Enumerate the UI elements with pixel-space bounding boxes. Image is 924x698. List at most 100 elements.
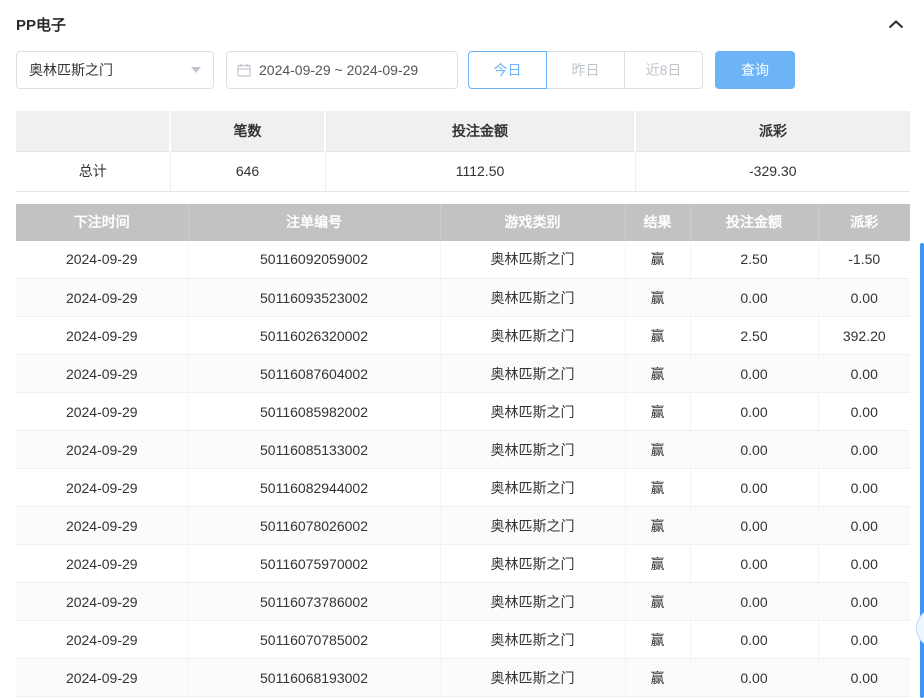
cell-payout: 0.00 [818,392,910,431]
cell-game-category: 奥林匹斯之门 [440,582,626,621]
cell-bet-time: 2024-09-29 [16,582,189,621]
cell-bet-time: 2024-09-29 [16,392,189,431]
cell-order-id: 50116075970002 [188,544,441,583]
table-row: 2024-09-29 50116073786002 奥林匹斯之门赢 0.00 0.00 [16,582,910,621]
panel-title: PP电子 [16,17,67,34]
header-bet-amount: 投注金额 [690,203,819,241]
header-bet-time: 下注时间 [16,203,189,241]
cell-order-id: 50116070785002 [188,620,441,659]
summary-header-empty [16,111,170,152]
header-result: 结果 [625,203,691,241]
cell-order-id: 50116026320002 [188,316,441,355]
cell-bet-time: 2024-09-29 [16,506,189,545]
cell-payout: 0.00 [818,278,910,317]
summary-bet-amount-value: 1112.50 [325,151,636,192]
cell-game-category: 奥林匹斯之门 [440,278,626,317]
caret-down-icon [191,67,201,73]
cell-game-category: 奥林匹斯之门 [440,430,626,469]
table-row: 2024-09-29 50116026320002 奥林匹斯之门赢 2.50 392.2… [16,316,910,355]
cell-result: 赢 [625,544,691,583]
cell-game-category: 奥林匹斯之门 [440,468,626,507]
cell-game-category: 奥林匹斯之门 [440,506,626,545]
game-select[interactable]: 奥林匹斯之门 [16,51,214,89]
last-8-days-button[interactable]: 近8日 [624,51,703,89]
cell-game-category: 奥林匹斯之门 [440,316,626,355]
cell-bet-time: 2024-09-29 [16,316,189,355]
cell-order-id: 50116093523002 [188,278,441,317]
header-order-id: 注单编号 [188,203,441,241]
summary-payout-value: -329.30 [635,151,910,192]
table-row: 2024-09-29 50116085982002 奥林匹斯之门赢 0.00 0.00 [16,392,910,431]
cell-payout: -1.50 [818,240,910,279]
cell-bet-time: 2024-09-29 [16,354,189,393]
cell-result: 赢 [625,430,691,469]
filter-row: 奥林匹斯之门 2024-09-29 ~ 2024-09-29 今日 昨日 近8日… [16,51,908,89]
cell-payout: 0.00 [818,658,910,697]
cell-result: 赢 [625,240,691,279]
collapse-button[interactable] [888,16,904,34]
cell-order-id: 50116092059002 [188,240,441,279]
chevron-up-icon [888,16,904,34]
cell-bet-time: 2024-09-29 [16,278,189,317]
cell-bet-amount: 0.00 [690,468,819,507]
table-row: 2024-09-29 50116085133002 奥林匹斯之门赢 0.00 0.00 [16,430,910,469]
cell-order-id: 50116085982002 [188,392,441,431]
summary-count-value: 646 [170,151,326,192]
date-range-input[interactable]: 2024-09-29 ~ 2024-09-29 [226,51,458,89]
cell-payout: 0.00 [818,468,910,507]
cell-order-id: 50116087604002 [188,354,441,393]
cell-result: 赢 [625,392,691,431]
calendar-icon [237,63,251,77]
cell-order-id: 50116082944002 [188,468,441,507]
cell-bet-amount: 0.00 [690,430,819,469]
cell-order-id: 50116068193002 [188,658,441,697]
table-row: 2024-09-29 50116093523002 奥林匹斯之门赢 0.00 0.00 [16,278,910,317]
bet-table-body: 2024-09-29 50116092059002 奥林匹斯之门赢 2.50 -1.50… [16,240,910,697]
header-payout: 派彩 [818,203,910,241]
cell-game-category: 奥林匹斯之门 [440,658,626,697]
cell-payout: 0.00 [818,620,910,659]
cell-bet-amount: 0.00 [690,582,819,621]
summary-header-count: 笔数 [169,111,325,152]
cell-result: 赢 [625,620,691,659]
cell-bet-amount: 0.00 [690,392,819,431]
cell-bet-amount: 0.00 [690,506,819,545]
summary-header-bet-amount: 投注金额 [324,111,635,152]
cell-result: 赢 [625,278,691,317]
cell-result: 赢 [625,468,691,507]
cell-bet-amount: 2.50 [690,240,819,279]
table-row: 2024-09-29 50116087604002 奥林匹斯之门赢 0.00 0.00 [16,354,910,393]
panel-header: PP电子 [0,0,924,35]
cell-bet-time: 2024-09-29 [16,620,189,659]
table-row: 2024-09-29 50116092059002 奥林匹斯之门赢 2.50 -1.50 [16,240,910,279]
cell-game-category: 奥林匹斯之门 [440,354,626,393]
cell-result: 赢 [625,316,691,355]
cell-payout: 0.00 [818,354,910,393]
cell-game-category: 奥林匹斯之门 [440,544,626,583]
cell-order-id: 50116078026002 [188,506,441,545]
bet-table-header-row: 下注时间 注单编号 游戏类别 结果 投注金额 派彩 [16,203,910,241]
bet-table: 下注时间 注单编号 游戏类别 结果 投注金额 派彩 2024-09-29 5011… [16,203,910,697]
cell-payout: 0.00 [818,430,910,469]
cell-bet-amount: 0.00 [690,278,819,317]
table-row: 2024-09-29 50116068193002 奥林匹斯之门赢 0.00 0.00 [16,658,910,697]
quick-button-group: 今日 昨日 近8日 [468,51,703,89]
summary-total-row: 总计 646 1112.50 -329.30 [16,151,910,192]
cell-bet-time: 2024-09-29 [16,468,189,507]
table-row: 2024-09-29 50116078026002 奥林匹斯之门赢 0.00 0.00 [16,506,910,545]
cell-bet-time: 2024-09-29 [16,240,189,279]
yesterday-button[interactable]: 昨日 [546,51,625,89]
cell-payout: 0.00 [818,506,910,545]
cell-bet-amount: 0.00 [690,544,819,583]
cell-game-category: 奥林匹斯之门 [440,240,626,279]
header-game-category: 游戏类别 [440,203,626,241]
search-button[interactable]: 查询 [715,51,795,89]
table-row: 2024-09-29 50116075970002 奥林匹斯之门赢 0.00 0.00 [16,544,910,583]
cell-bet-amount: 0.00 [690,658,819,697]
cell-payout: 0.00 [818,582,910,621]
summary-header-row: 笔数 投注金额 派彩 [16,111,910,152]
today-button[interactable]: 今日 [468,51,547,89]
table-row: 2024-09-29 50116082944002 奥林匹斯之门赢 0.00 0.00 [16,468,910,507]
cell-result: 赢 [625,354,691,393]
summary-header-payout: 派彩 [634,111,910,152]
